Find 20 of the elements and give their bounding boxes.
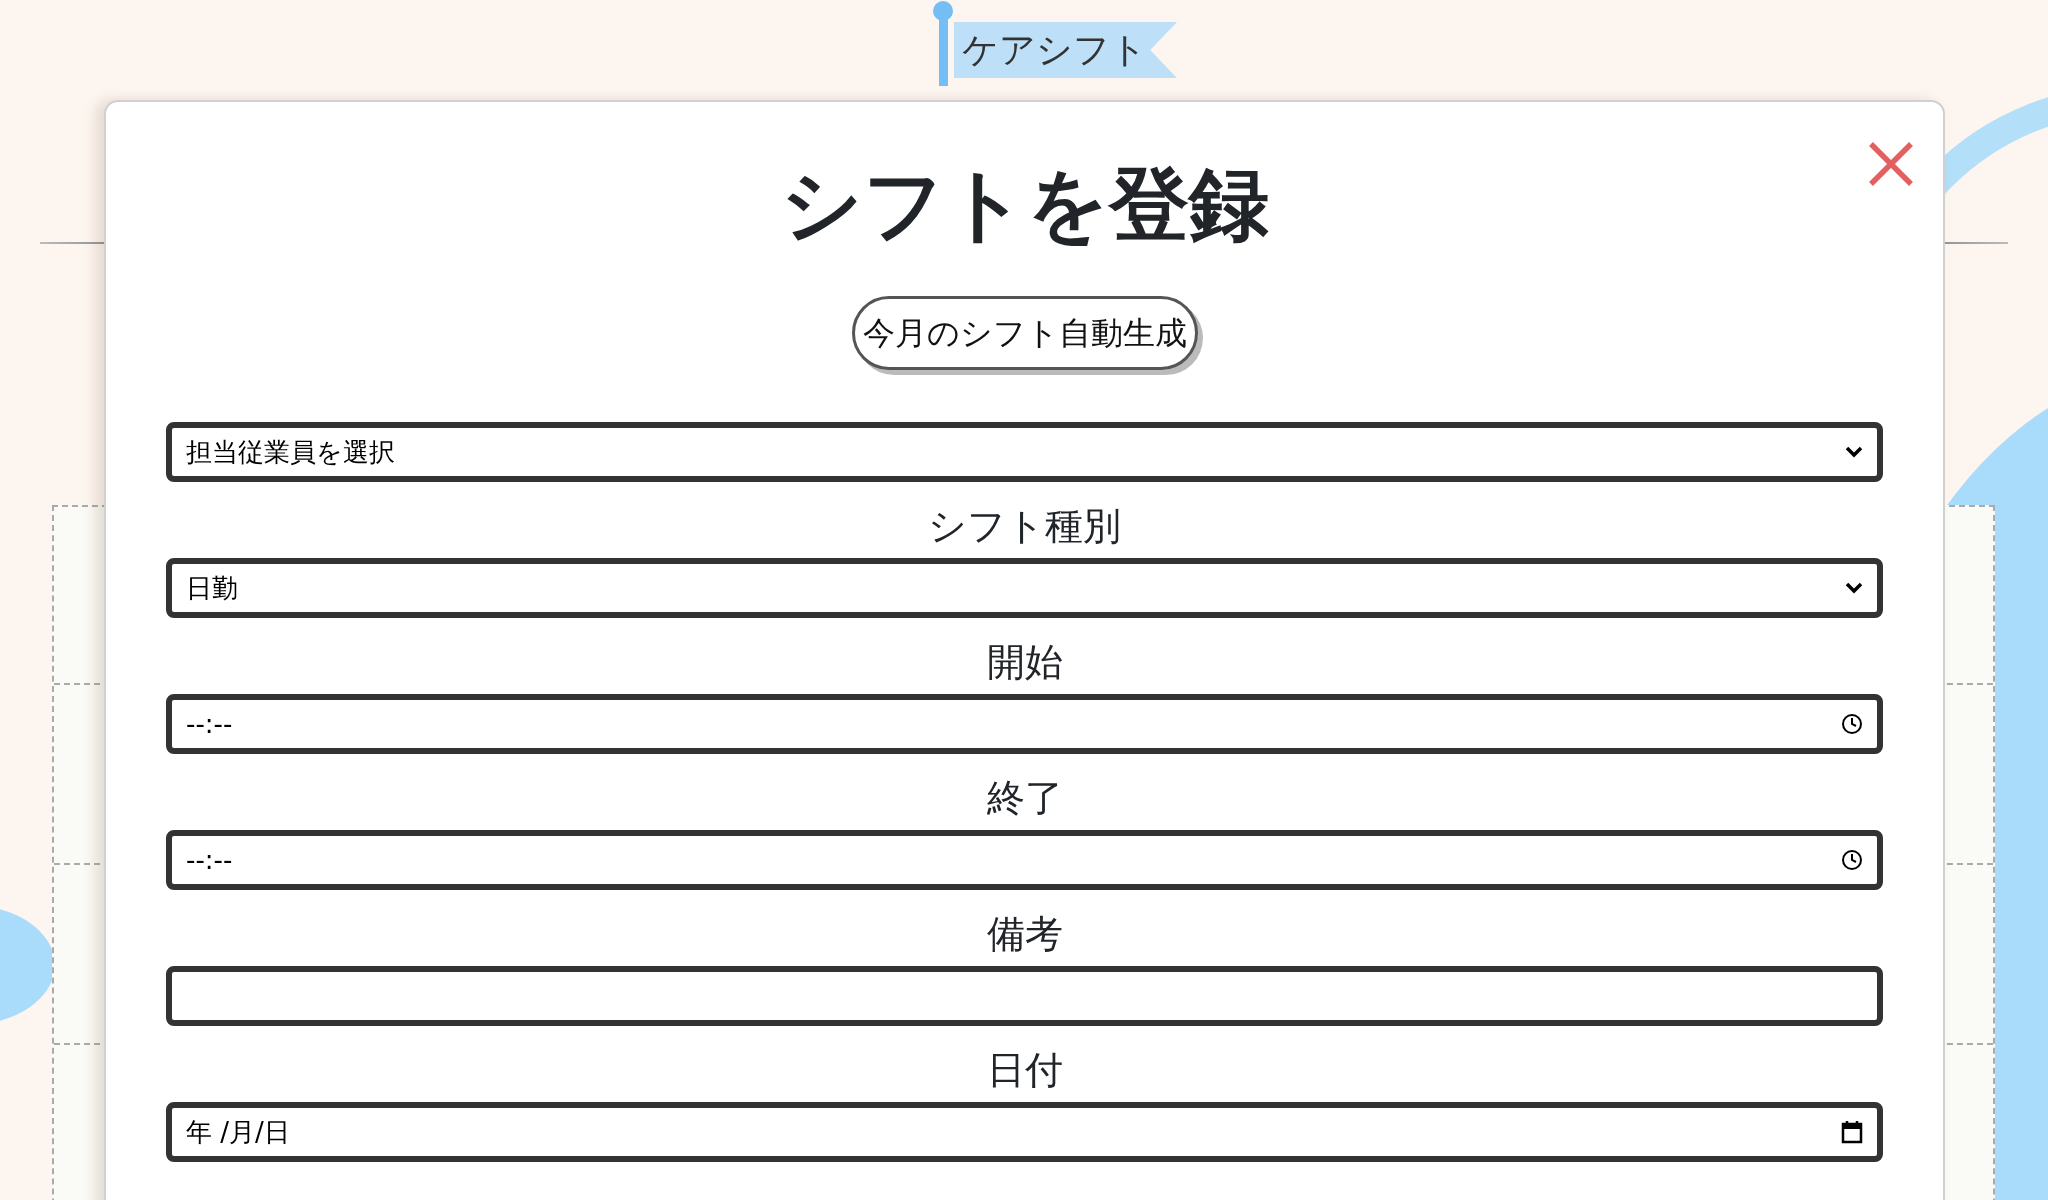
select-field[interactable]: 担当従業員を選択 — [166, 422, 1883, 482]
select-field[interactable]: 日勤 — [166, 558, 1883, 618]
calendar-icon — [1841, 1120, 1863, 1144]
chevron-down-icon — [1845, 446, 1863, 458]
field-label: シフト種別 — [927, 503, 1122, 550]
clock-icon — [1841, 849, 1863, 871]
field-label: 開始 — [985, 639, 1064, 686]
field-label: 日付 — [985, 1047, 1064, 1094]
date-field[interactable]: 年 /月/日 — [166, 1102, 1883, 1162]
chevron-down-icon — [1845, 582, 1863, 594]
input-field[interactable] — [166, 966, 1883, 1026]
field-label: 備考 — [985, 911, 1064, 958]
modal-title: シフトを登録 — [779, 157, 1270, 253]
flag-pole-icon — [932, 0, 954, 86]
close-icon[interactable] — [1867, 140, 1915, 188]
clock-icon — [1841, 713, 1863, 735]
logo[interactable]: ケアシフト — [954, 22, 1177, 78]
time-field[interactable]: --:-- — [166, 830, 1883, 890]
time-field[interactable]: --:-- — [166, 694, 1883, 754]
field-label: 終了 — [985, 775, 1064, 822]
